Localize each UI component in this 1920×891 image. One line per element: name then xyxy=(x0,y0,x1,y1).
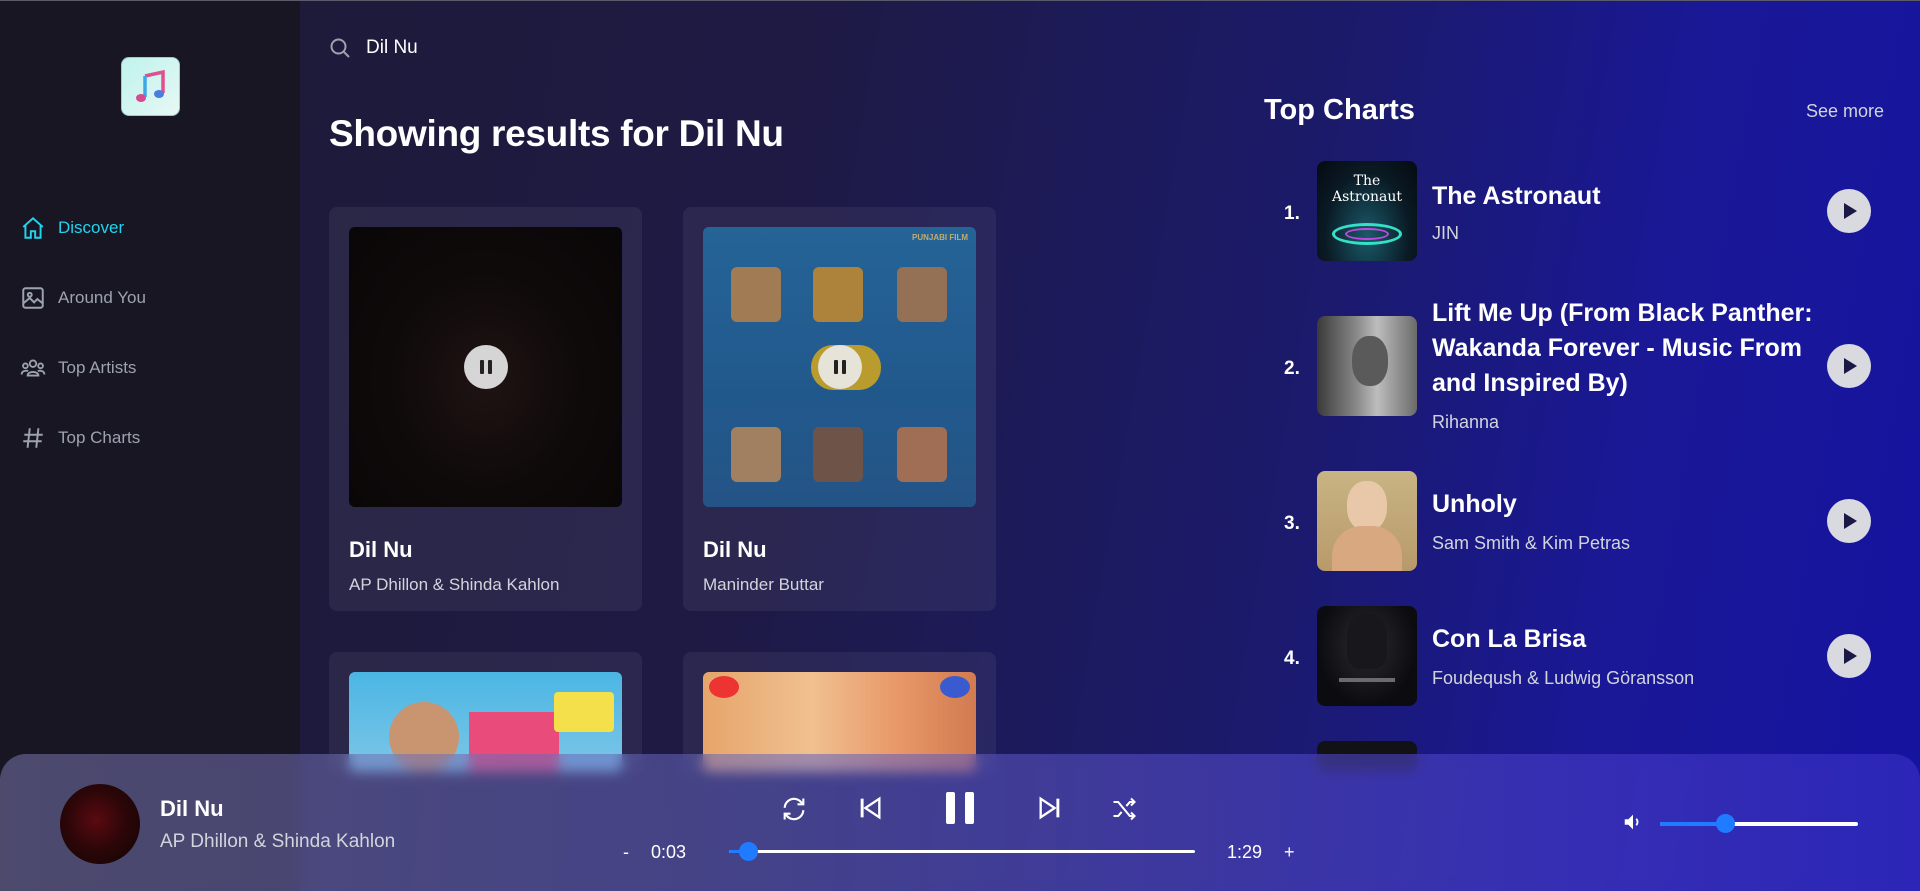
image-icon xyxy=(22,287,44,309)
chart-artist[interactable]: Rihanna xyxy=(1432,412,1499,433)
song-artist[interactable]: Maninder Buttar xyxy=(703,575,824,595)
song-cover[interactable] xyxy=(349,227,622,507)
chart-rank: 3. xyxy=(1284,513,1300,534)
shuffle-button[interactable] xyxy=(1110,795,1138,828)
previous-button[interactable] xyxy=(856,794,884,827)
shuffle-icon xyxy=(1113,797,1136,821)
skip-back-icon xyxy=(860,796,881,820)
sidebar-item-top-charts[interactable]: Top Charts xyxy=(20,423,140,453)
seek-bar[interactable] xyxy=(729,842,1195,861)
chart-cover[interactable] xyxy=(1317,606,1417,706)
pause-icon xyxy=(833,360,846,374)
play-button[interactable] xyxy=(1827,499,1871,543)
seek-handle[interactable] xyxy=(738,842,758,861)
repeat-icon xyxy=(783,797,805,821)
pause-icon xyxy=(479,360,492,374)
play-icon xyxy=(1844,358,1857,374)
current-time: 0:03 xyxy=(651,842,687,862)
volume-icon xyxy=(1624,814,1639,830)
skip-forward-icon xyxy=(1039,796,1060,820)
song-title[interactable]: Dil Nu xyxy=(349,537,413,563)
next-button[interactable] xyxy=(1036,794,1064,827)
song-card[interactable]: Dil Nu AP Dhillon & Shinda Kahlon xyxy=(329,207,642,611)
sidebar-item-label: Around You xyxy=(58,288,146,307)
pause-button[interactable] xyxy=(940,788,980,833)
page-title: Showing results for Dil Nu xyxy=(329,113,784,155)
app-logo[interactable] xyxy=(121,57,180,116)
play-button[interactable] xyxy=(1827,634,1871,678)
label-logo xyxy=(940,676,970,698)
home-icon xyxy=(22,216,44,239)
chart-rank: 2. xyxy=(1284,358,1300,379)
label-logo xyxy=(709,676,739,698)
results-query: Dil Nu xyxy=(678,113,784,154)
duration: 1:29 xyxy=(1227,842,1263,862)
volume-button[interactable] xyxy=(1622,811,1644,838)
pause-icon xyxy=(946,792,974,824)
chart-cover[interactable]: The Astronaut xyxy=(1317,161,1417,261)
chart-artist[interactable]: JIN xyxy=(1432,223,1459,244)
search-icon xyxy=(330,38,350,58)
search-input[interactable] xyxy=(366,37,766,59)
now-playing-title: Dil Nu xyxy=(160,796,224,821)
play-icon xyxy=(1844,648,1857,664)
results-prefix: Showing results for xyxy=(329,113,679,154)
pause-button[interactable] xyxy=(463,345,508,389)
play-button[interactable] xyxy=(1827,344,1871,388)
volume-handle[interactable] xyxy=(1716,814,1736,833)
see-more-link[interactable]: See more xyxy=(1806,101,1884,122)
sidebar-item-label: Top Charts xyxy=(58,428,141,447)
search-bar[interactable] xyxy=(328,33,766,63)
sidebar-item-discover[interactable]: Discover xyxy=(20,213,124,243)
cover-title-art xyxy=(554,692,614,732)
music-player: Dil Nu AP Dhillon & Shinda Kahlon - 0:03… xyxy=(0,754,1920,891)
volume-slider[interactable] xyxy=(1660,814,1858,833)
chart-rank: 1. xyxy=(1284,203,1300,224)
song-title[interactable]: Dil Nu xyxy=(703,537,767,563)
play-icon xyxy=(1844,513,1857,529)
sidebar-item-label: Discover xyxy=(58,218,125,237)
chart-artist[interactable]: Foudeqush & Ludwig Göransson xyxy=(1432,668,1694,689)
sidebar-item-label: Top Artists xyxy=(58,358,137,377)
chart-cover[interactable] xyxy=(1317,471,1417,571)
chart-song-title[interactable]: The Astronaut xyxy=(1432,179,1832,214)
sidebar-item-around-you[interactable]: Around You xyxy=(20,283,146,313)
chart-song-title[interactable]: Unholy xyxy=(1432,487,1832,522)
chart-cover[interactable] xyxy=(1317,316,1417,416)
seek-plus-button[interactable]: + xyxy=(1284,842,1295,863)
chart-artist[interactable]: Sam Smith & Kim Petras xyxy=(1432,533,1630,554)
top-charts-title: Top Charts xyxy=(1264,94,1415,126)
cover-text: The Astronaut xyxy=(1331,173,1403,205)
pause-button[interactable] xyxy=(817,345,862,389)
chart-rank: 4. xyxy=(1284,648,1300,669)
now-playing-artist: AP Dhillon & Shinda Kahlon xyxy=(160,831,396,852)
users-icon xyxy=(20,359,46,377)
sidebar-item-top-artists[interactable]: Top Artists xyxy=(20,353,136,383)
song-artist[interactable]: AP Dhillon & Shinda Kahlon xyxy=(349,575,559,595)
seek-minus-button[interactable]: - xyxy=(623,842,629,863)
hashtag-icon xyxy=(23,428,43,448)
play-icon xyxy=(1844,203,1857,219)
chart-song-title[interactable]: Lift Me Up (From Black Panther: Wakanda … xyxy=(1432,296,1832,401)
play-button[interactable] xyxy=(1827,189,1871,233)
music-note-icon xyxy=(135,69,165,102)
now-playing-cover[interactable] xyxy=(60,784,140,864)
song-cover[interactable]: PUNJABI FILM xyxy=(703,227,976,507)
chart-song-title[interactable]: Con La Brisa xyxy=(1432,622,1832,657)
song-card[interactable]: PUNJABI FILM Dil Nu Maninder Buttar xyxy=(683,207,996,611)
repeat-button[interactable] xyxy=(780,795,808,828)
